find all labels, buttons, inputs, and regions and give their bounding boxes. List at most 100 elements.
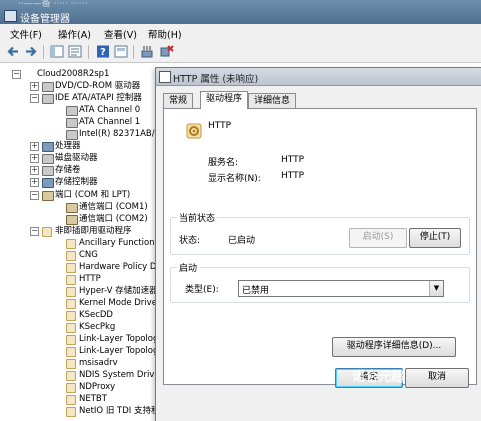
start-button[interactable]: 启动(S): [349, 228, 407, 248]
menu-help[interactable]: 帮助(H): [148, 27, 182, 41]
tree-item[interactable]: NDIS System Driver: [0, 369, 160, 382]
driver-gear-icon: [186, 123, 202, 139]
status-value: 已启动: [228, 236, 256, 246]
tree-item-label: Link-Layer Topolog: [79, 334, 159, 345]
background-window-text: ··——备 ····· ······: [18, 0, 88, 9]
device-icon: [159, 71, 171, 83]
driver-details-button[interactable]: 驱动程序详细信息(D)...: [332, 337, 456, 357]
forward-arrow-icon[interactable]: [24, 45, 38, 58]
help-icon[interactable]: ?: [96, 45, 110, 58]
tree-item-label: NETBT: [79, 394, 107, 405]
menu-file[interactable]: 文件(F): [10, 27, 42, 41]
tree-item-label: 处理器: [55, 141, 81, 152]
tree-item[interactable]: 通信端口 (COM1): [0, 201, 160, 213]
tree-item[interactable]: msisadrv: [0, 357, 160, 370]
tree-item-label: KSecDD: [79, 310, 113, 320]
tree-item-label: 磁盘驱动器: [55, 153, 98, 164]
menu-view[interactable]: 查看(V): [104, 27, 137, 41]
tree-item[interactable]: + 磁盘驱动器: [0, 152, 160, 165]
svc-icon: [66, 383, 76, 394]
expand-icon[interactable]: +: [30, 154, 39, 164]
startup-type-value: 已禁用: [242, 286, 270, 296]
tree-item-label: Intel(R) 82371AB/E: [79, 129, 160, 140]
expand-icon[interactable]: +: [30, 82, 39, 92]
tree-item-label: ATA Channel 0: [79, 105, 141, 116]
tree-item[interactable]: − Cloud2008R2sp1: [0, 68, 160, 80]
tree-item[interactable]: KSecPkg: [0, 321, 160, 334]
drive-icon: [66, 118, 78, 129]
menu-action[interactable]: 操作(A): [58, 27, 91, 41]
drive-icon: [66, 130, 78, 141]
tree-item[interactable]: ATA Channel 1: [0, 116, 160, 129]
back-arrow-icon[interactable]: [6, 45, 20, 58]
tree-item[interactable]: − 非即插即用驱动程序: [0, 225, 160, 237]
tree-item-label: Hardware Policy Dr: [79, 261, 160, 272]
startup-group: 启动 类型(E): 已禁用 ▼: [170, 261, 470, 303]
tree-item[interactable]: HTTP: [0, 273, 160, 285]
uninstall-device-icon[interactable]: [160, 45, 174, 58]
port-icon: [66, 214, 78, 225]
tab-driver[interactable]: 驱动程序: [200, 91, 249, 109]
tree-item-label: Ancillary Function: [79, 237, 155, 248]
stop-button[interactable]: 停止(T): [409, 228, 461, 248]
collapse-icon[interactable]: −: [30, 94, 39, 104]
tree-item[interactable]: + DVD/CD-ROM 驱动器: [0, 80, 160, 93]
toolbar-separator: [43, 45, 44, 59]
expand-icon[interactable]: +: [30, 178, 39, 188]
collapse-icon[interactable]: −: [30, 226, 39, 236]
tree-item[interactable]: Link-Layer Topolog: [0, 345, 160, 358]
dropdown-arrow-icon: ▼: [429, 281, 443, 296]
port-icon: [42, 190, 54, 201]
current-status-title: 当前状态: [177, 211, 218, 224]
chip-icon: [42, 142, 54, 153]
scan-hardware-icon[interactable]: [140, 45, 154, 58]
expand-icon[interactable]: +: [30, 166, 39, 176]
tree-item-label: 通信端口 (COM1): [79, 201, 148, 212]
tree-item[interactable]: NDProxy: [0, 381, 160, 394]
tree-item-label: CNG: [79, 249, 98, 260]
properties-list-icon[interactable]: [68, 45, 82, 58]
tree-item[interactable]: Hardware Policy Dr: [0, 261, 160, 273]
watermark: 诺仑元超: [352, 370, 405, 385]
tree-item[interactable]: + 处理器: [0, 140, 160, 153]
tree-item[interactable]: KSecDD: [0, 309, 160, 321]
device-name: HTTP: [208, 121, 232, 131]
tree-item[interactable]: Hyper-V 存储加速器: [0, 285, 160, 297]
tree-item[interactable]: 通信端口 (COM2): [0, 213, 160, 225]
window-title: 设备管理器: [20, 14, 70, 24]
startup-type-select[interactable]: 已禁用 ▼: [238, 280, 444, 297]
startup-title: 启动: [177, 261, 200, 274]
svc-icon: [66, 262, 76, 273]
tree-item[interactable]: − 端口 (COM 和 LPT): [0, 189, 160, 201]
svc-icon: [42, 226, 52, 237]
drive-icon: [42, 82, 54, 93]
svc-icon: [66, 323, 76, 334]
tree-item[interactable]: CNG: [0, 249, 160, 261]
tree-item-label: NDIS System Driver: [79, 370, 160, 381]
tree-item[interactable]: Link-Layer Topolog: [0, 333, 160, 346]
collapse-icon[interactable]: −: [12, 70, 21, 79]
view-icon[interactable]: [114, 45, 128, 58]
svg-text:?: ?: [100, 47, 106, 58]
tab-details[interactable]: 详细信息: [248, 93, 297, 108]
tree-item-label: 非即插即用驱动程序: [55, 225, 132, 236]
tree-item[interactable]: + 存储卷: [0, 164, 160, 177]
svc-icon: [66, 347, 76, 358]
collapse-icon[interactable]: −: [30, 190, 39, 200]
tree-item-label: msisadrv: [79, 358, 118, 369]
menu-bar: 文件(F) 操作(A) 查看(V) 帮助(H): [0, 24, 481, 42]
tree-item[interactable]: + 存储控制器: [0, 176, 160, 189]
tree-item[interactable]: NETBT: [0, 393, 160, 406]
tree-item[interactable]: − IDE ATA/ATAPI 控制器: [0, 92, 160, 105]
expand-icon[interactable]: +: [30, 142, 39, 152]
tree-item[interactable]: Kernel Mode Driver: [0, 297, 160, 309]
tree-item[interactable]: Ancillary Function: [0, 237, 160, 249]
tree-item-label: Cloud2008R2sp1: [37, 69, 110, 79]
tree-item[interactable]: Intel(R) 82371AB/E: [0, 128, 160, 141]
tree-item[interactable]: NetIO 旧 TDI 支持程序: [0, 405, 160, 418]
device-manager-icon: [4, 10, 17, 22]
tab-general[interactable]: 常规: [163, 93, 194, 108]
tree-item[interactable]: ATA Channel 0: [0, 104, 160, 117]
show-hide-tree-icon[interactable]: [50, 45, 64, 58]
device-tree[interactable]: − Cloud2008R2sp1 + DVD/CD-ROM 驱动器 − IDE ATA/A…: [0, 63, 160, 420]
